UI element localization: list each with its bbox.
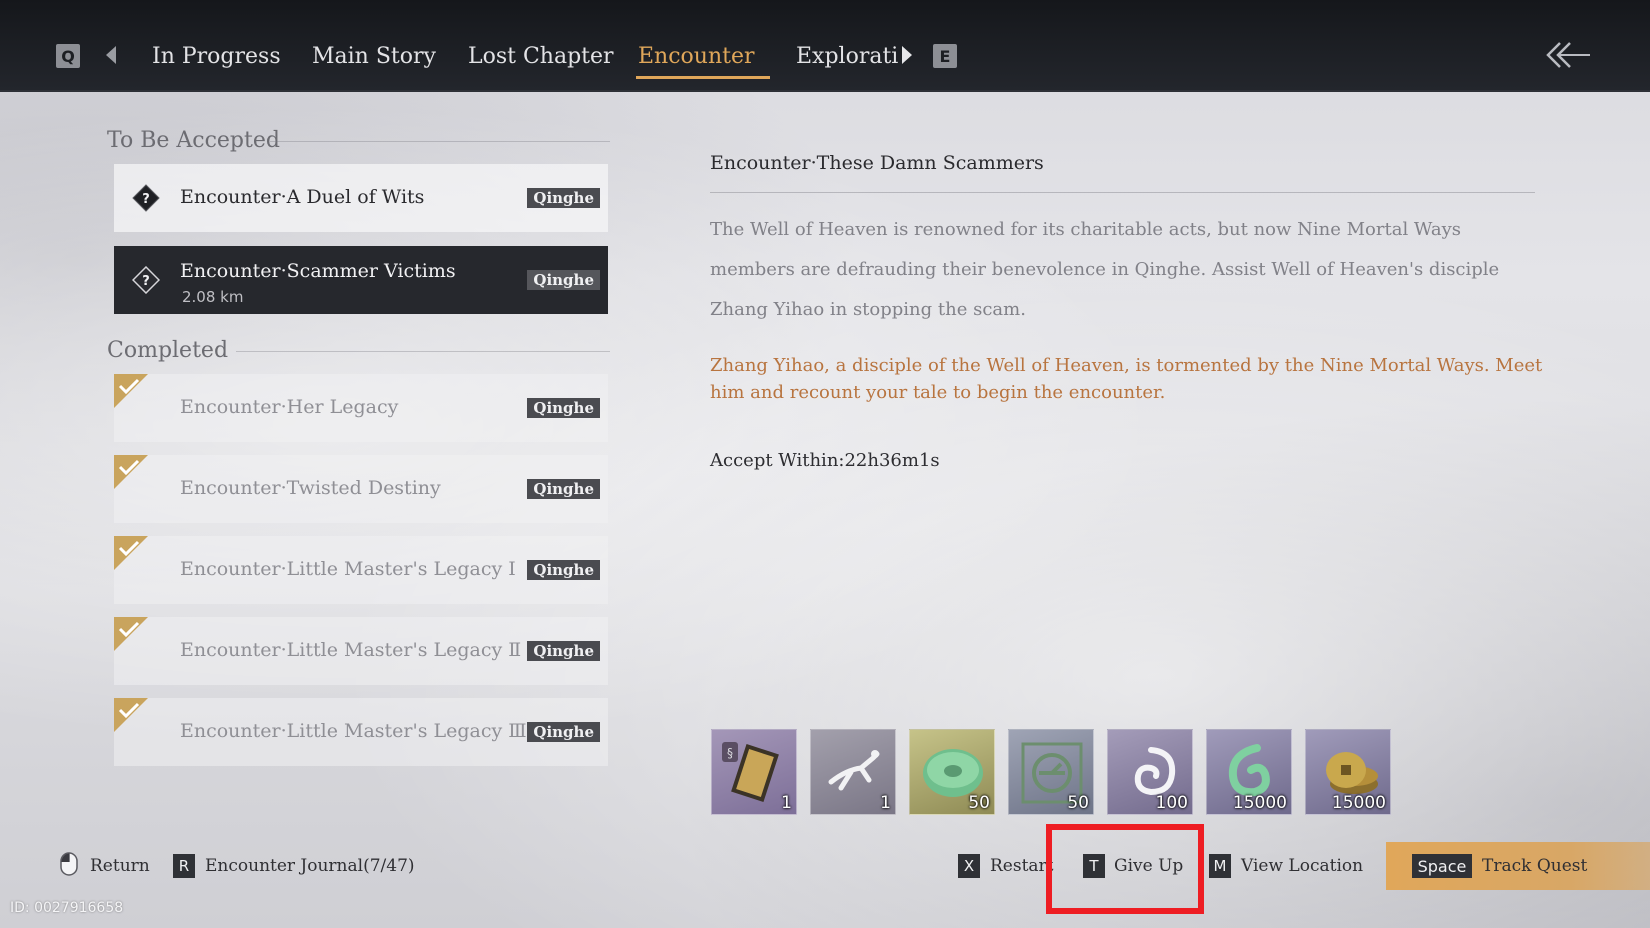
completed-heading: Completed [107, 338, 229, 363]
to-be-accepted-heading: To Be Accepted [107, 128, 280, 153]
quest-name: Encounter·Twisted Destiny [180, 477, 441, 499]
reward-quantity: 50 [968, 793, 990, 813]
quest-item-twisted-destiny[interactable]: Encounter·Twisted Destiny Qinghe [114, 455, 608, 523]
quest-item-little-master-2[interactable]: Encounter·Little Master's Legacy Ⅱ Qingh… [114, 617, 608, 685]
quest-distance: 2.08 km [182, 288, 244, 306]
quest-item-her-legacy[interactable]: Encounter·Her Legacy Qinghe [114, 374, 608, 442]
quest-item-little-master-1[interactable]: Encounter·Little Master's Legacy Ⅰ Qingh… [114, 536, 608, 604]
accept-timer: Accept Within:22h36m1s [710, 450, 940, 471]
reward-coins[interactable]: 15000 [1305, 729, 1391, 815]
reward-quantity: 50 [1067, 793, 1089, 813]
back-arrow-icon[interactable] [1544, 40, 1592, 70]
reward-quantity: 15000 [1232, 793, 1287, 813]
reward-green-emblem[interactable]: 50 [1008, 729, 1094, 815]
section-divider [270, 141, 610, 142]
tab-next-key[interactable]: E [933, 44, 957, 68]
tab-in-progress[interactable]: In Progress [152, 44, 281, 69]
quest-name: Encounter·Little Master's Legacy Ⅲ [180, 720, 527, 742]
track-quest-key: Space [1412, 854, 1472, 878]
quest-name: Encounter·Her Legacy [180, 396, 399, 418]
quest-diamond-icon: ? [132, 184, 160, 212]
quest-description: The Well of Heaven is renowned for its c… [710, 219, 1500, 320]
return-button[interactable]: Return [90, 856, 150, 876]
reward-swirl[interactable]: 100 [1107, 729, 1193, 815]
reward-scroll-book[interactable]: § 1 [711, 729, 797, 815]
svg-text:?: ? [142, 192, 150, 207]
completed-check-icon [114, 698, 148, 732]
completed-check-icon [114, 617, 148, 651]
reward-quantity: 1 [781, 793, 792, 813]
quest-detail-title: Encounter·These Damn Scammers [710, 152, 1044, 174]
track-quest-label: Track Quest [1482, 856, 1588, 876]
view-location-button[interactable]: View Location [1241, 856, 1363, 876]
give-up-highlight-box [1046, 824, 1204, 914]
completed-check-icon [114, 536, 148, 570]
section-divider [236, 351, 610, 352]
tab-exploration[interactable]: Explorati [796, 44, 898, 69]
reward-movement-skill[interactable]: 1 [810, 729, 896, 815]
quest-diamond-icon: ? [132, 266, 160, 294]
restart-key: X [958, 854, 980, 878]
quest-name: Encounter·Little Master's Legacy Ⅰ [180, 558, 516, 580]
quest-name: Encounter·Little Master's Legacy Ⅱ [180, 639, 522, 661]
completed-check-icon [114, 455, 148, 489]
tab-next-arrow-icon[interactable] [902, 46, 912, 64]
restart-button[interactable]: Restart [990, 856, 1054, 876]
top-tab-bar: Q In Progress Main Story Lost Chapter En… [0, 0, 1650, 92]
journal-key: R [173, 854, 195, 878]
svg-text:?: ? [142, 274, 150, 289]
quest-item-little-master-3[interactable]: Encounter·Little Master's Legacy Ⅲ Qingh… [114, 698, 608, 766]
detail-divider [710, 192, 1535, 193]
quest-item-duel-of-wits[interactable]: ? Encounter·A Duel of Wits Qinghe [114, 164, 608, 232]
region-tag: Qinghe [527, 188, 600, 208]
quest-name: Encounter·A Duel of Wits [180, 186, 425, 208]
active-tab-underline [636, 76, 770, 79]
completed-check-icon [114, 374, 148, 408]
reward-quantity: 100 [1155, 793, 1188, 813]
view-location-key: M [1209, 854, 1231, 878]
tab-prev-key[interactable]: Q [56, 44, 80, 68]
quest-objective: Zhang Yihao, a disciple of the Well of H… [710, 355, 1543, 403]
region-tag: Qinghe [527, 398, 600, 418]
tab-prev-arrow-icon[interactable] [106, 46, 116, 64]
quest-name: Encounter·Scammer Victims [180, 260, 456, 282]
region-tag: Qinghe [527, 641, 600, 661]
reward-quantity: 15000 [1331, 793, 1386, 813]
player-id-text: ID: 0027916658 [10, 900, 124, 916]
region-tag: Qinghe [527, 479, 600, 499]
region-tag: Qinghe [527, 560, 600, 580]
tab-encounter[interactable]: Encounter [638, 44, 755, 69]
tab-lost-chapter[interactable]: Lost Chapter [468, 44, 614, 69]
encounter-journal-button[interactable]: Encounter Journal(7/47) [205, 856, 415, 876]
tab-main-story[interactable]: Main Story [312, 44, 436, 69]
quest-item-scammer-victims[interactable]: ? Encounter·Scammer Victims 2.08 km Qing… [114, 246, 608, 314]
region-tag: Qinghe [527, 722, 600, 742]
svg-text:§: § [727, 746, 733, 760]
reward-jade-disc[interactable]: 50 [909, 729, 995, 815]
reward-quantity: 1 [880, 793, 891, 813]
region-tag: Qinghe [527, 270, 600, 290]
reward-green-swirl[interactable]: 15000 [1206, 729, 1292, 815]
mouse-icon [60, 852, 78, 876]
